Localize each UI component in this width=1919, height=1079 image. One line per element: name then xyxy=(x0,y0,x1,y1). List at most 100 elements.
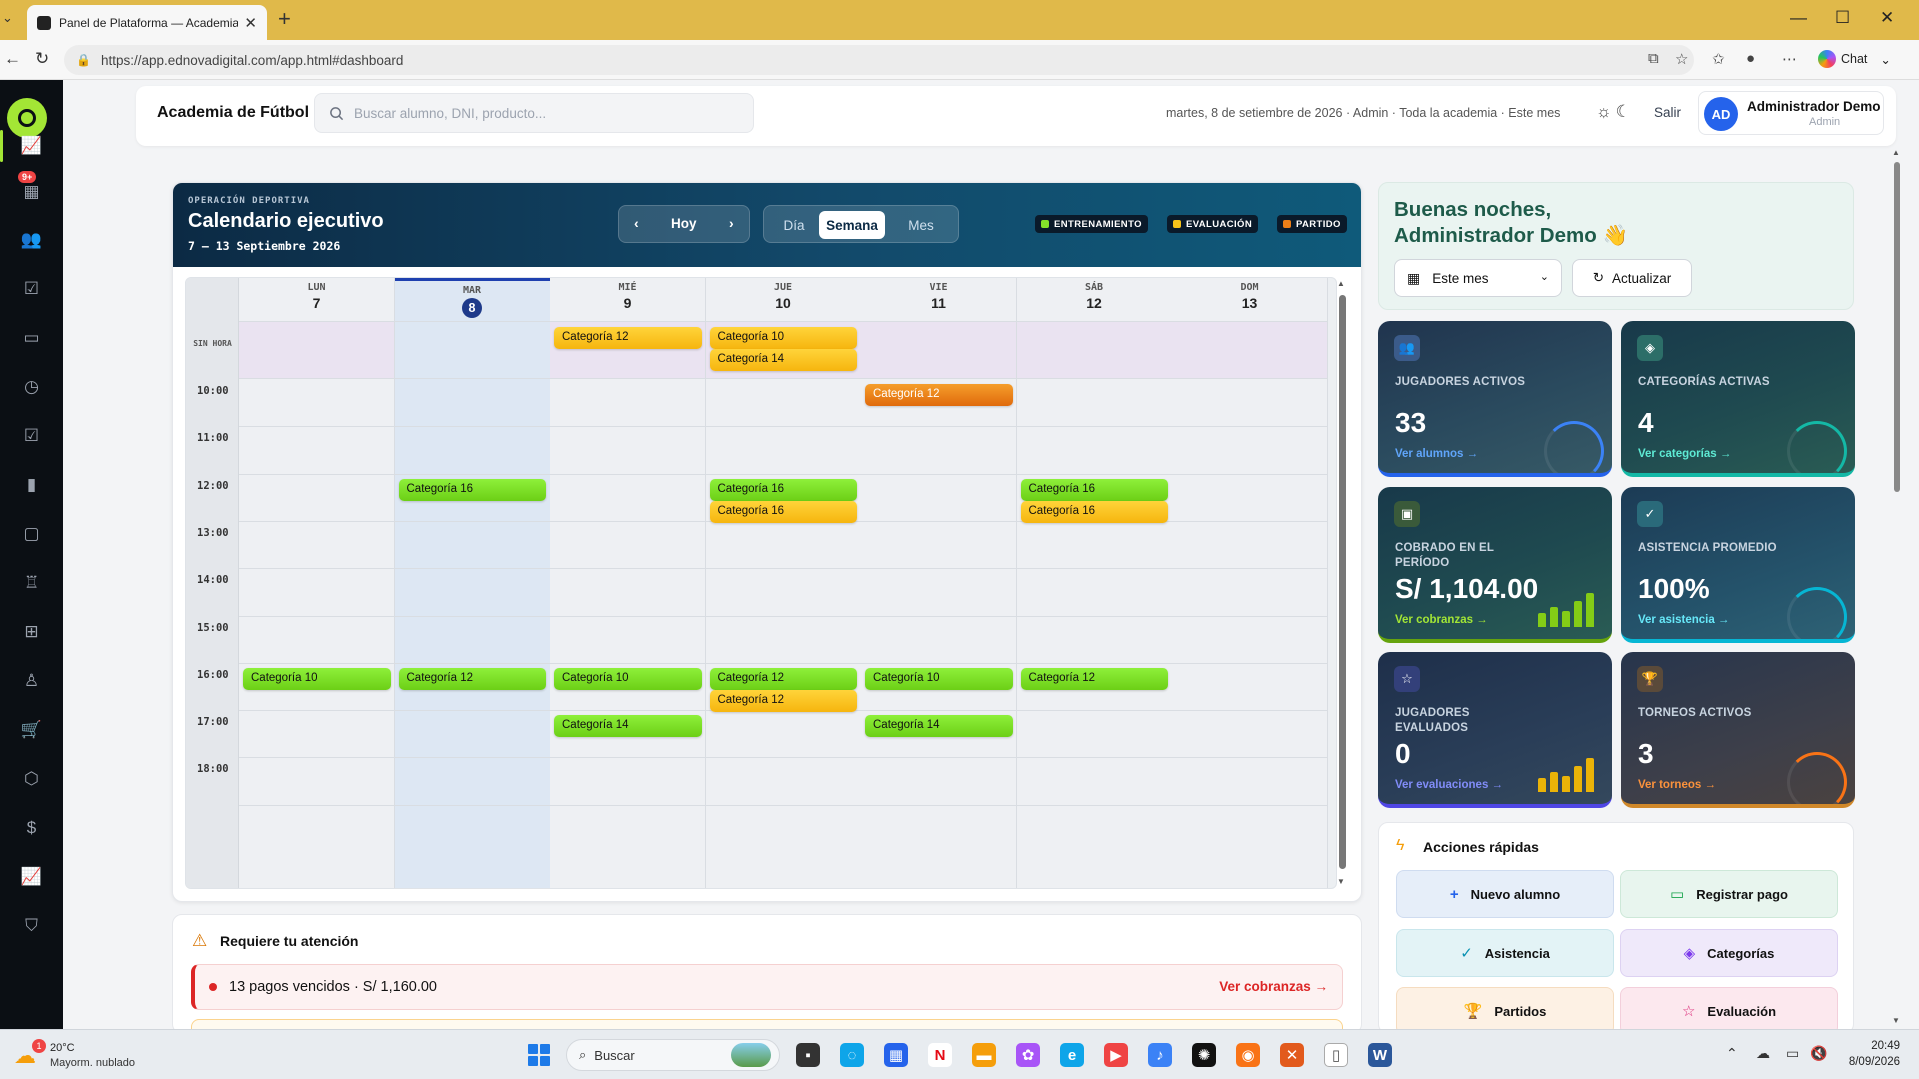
view-week-button[interactable]: Semana xyxy=(819,211,885,239)
calendar-event[interactable]: Categoría 16 xyxy=(709,478,857,501)
stat-link[interactable]: Ver evaluaciones → xyxy=(1395,779,1503,791)
stat-link[interactable]: Ver cobranzas → xyxy=(1395,614,1488,626)
calendar-event[interactable]: Categoría 12 xyxy=(709,689,857,712)
sidebar-item-messages[interactable]: ▢ xyxy=(0,512,63,556)
evaluation-button[interactable]: ☆ Evaluación xyxy=(1620,987,1838,1033)
allday-cell[interactable] xyxy=(1016,322,1172,379)
close-tab-icon[interactable]: ✕ xyxy=(244,14,257,32)
sidebar-item-add[interactable]: ⊞ xyxy=(0,610,63,654)
firefox-icon[interactable]: ◉ xyxy=(1236,1043,1260,1067)
stat-link[interactable]: Ver alumnos → xyxy=(1395,448,1478,460)
calendar-event[interactable]: Categoría 12 xyxy=(554,327,702,349)
tray-chevron-icon[interactable]: ⌃ xyxy=(1726,1045,1738,1062)
xampp-icon[interactable]: ✕ xyxy=(1280,1043,1304,1067)
today-button[interactable]: Hoy xyxy=(671,216,697,231)
sidebar-item-students[interactable]: 👥 xyxy=(0,218,63,262)
tab-list-chevron-icon[interactable]: ⌄ xyxy=(2,10,13,26)
calendar-event[interactable]: Categoría 14 xyxy=(554,715,702,738)
calendar-event[interactable]: Categoría 10 xyxy=(709,327,857,349)
categories-button[interactable]: ◈ Categorías xyxy=(1620,929,1838,977)
copilot-app-icon[interactable]: ◌ xyxy=(840,1043,864,1067)
minimize-icon[interactable]: — xyxy=(1790,8,1807,28)
scroll-up-icon[interactable]: ▲ xyxy=(1337,279,1345,288)
view-day-button[interactable]: Día xyxy=(772,211,816,239)
scroll-thumb[interactable] xyxy=(1339,295,1346,869)
music-icon[interactable]: ♪ xyxy=(1148,1043,1172,1067)
maximize-icon[interactable]: ☐ xyxy=(1835,8,1850,28)
day-column[interactable]: DOM 13 xyxy=(1172,278,1328,888)
calendar-event[interactable]: Categoría 16 xyxy=(709,500,857,523)
refresh-button[interactable]: ↻ Actualizar xyxy=(1572,259,1692,297)
day-column[interactable]: VIE 11 xyxy=(861,278,1017,888)
copilot-icon[interactable]: ✿ xyxy=(1016,1043,1040,1067)
more-icon[interactable]: ⋯ xyxy=(1782,50,1797,68)
scroll-up-icon[interactable]: ▲ xyxy=(1892,148,1900,157)
stat-link[interactable]: Ver asistencia → xyxy=(1638,614,1729,626)
sidebar-item-dashboard[interactable]: 📈 xyxy=(0,124,63,168)
attendance-button[interactable]: ✓ Asistencia xyxy=(1396,929,1614,977)
calendar-event[interactable]: Categoría 12 xyxy=(1020,667,1168,690)
calendar-event[interactable]: Categoría 12 xyxy=(709,667,857,690)
sidebar-item-coach[interactable]: ♙ xyxy=(0,659,63,703)
scroll-down-icon[interactable]: ▼ xyxy=(1337,877,1345,886)
stat-card-active-players[interactable]: 👥 JUGADORES ACTIVOS 33 Ver alumnos → xyxy=(1378,321,1612,477)
logout-button[interactable]: Salir xyxy=(1654,105,1681,120)
search-input[interactable] xyxy=(354,105,734,121)
view-month-button[interactable]: Mes xyxy=(890,211,952,239)
favorite-star-icon[interactable]: ☆ xyxy=(1675,50,1688,68)
matches-button[interactable]: 🏆 Partidos xyxy=(1396,987,1614,1033)
view-collections-link[interactable]: Ver cobranzas → xyxy=(1219,979,1328,994)
calendar-event[interactable]: Categoría 16 xyxy=(1020,500,1168,523)
sidebar-item-reports[interactable]: 📈 xyxy=(0,855,63,899)
edge-icon[interactable]: e xyxy=(1060,1043,1084,1067)
copilot-chat-button[interactable]: Chat ⌄ xyxy=(1818,50,1891,68)
document-icon[interactable]: ▯ xyxy=(1324,1043,1348,1067)
calendar-event[interactable]: Categoría 10 xyxy=(243,667,391,690)
stat-card-collected[interactable]: ▣ COBRADO EN EL PERÍODO S/ 1,104.00 Ver cob… xyxy=(1378,487,1612,643)
sidebar-item-notifications[interactable]: ▦ 9+ xyxy=(0,170,63,214)
sidebar-item-payments[interactable]: $ xyxy=(0,806,63,850)
day-column[interactable]: LUN 7 xyxy=(239,278,395,888)
stat-link[interactable]: Ver categorías → xyxy=(1638,448,1731,460)
file-explorer-icon[interactable]: ▬ xyxy=(972,1043,996,1067)
netflix-icon[interactable]: N xyxy=(928,1043,952,1067)
sidebar-item-security[interactable]: ⛉ xyxy=(0,904,63,948)
allday-cell[interactable] xyxy=(1172,322,1327,379)
stat-link[interactable]: Ver torneos → xyxy=(1638,779,1716,791)
register-payment-button[interactable]: ▭ Registrar pago xyxy=(1620,870,1838,918)
start-button[interactable] xyxy=(528,1044,550,1066)
reload-icon[interactable]: ↻ xyxy=(35,49,49,69)
sidebar-item-products[interactable]: ⬡ xyxy=(0,757,63,801)
calendar-event[interactable]: Categoría 14 xyxy=(865,715,1013,738)
theme-toggle[interactable]: ☼☾ xyxy=(1596,102,1635,122)
calendar-event[interactable]: Categoría 10 xyxy=(554,667,702,690)
period-select[interactable]: ▦ Este mes ⌄ xyxy=(1394,259,1562,297)
browser-tab[interactable]: Panel de Plataforma — Academia d ✕ xyxy=(27,5,267,40)
allday-cell[interactable] xyxy=(394,322,550,379)
url-field[interactable]: 🔒 https://app.ednovadigital.com/app.html… xyxy=(64,45,1694,75)
youtube-icon[interactable]: ▶ xyxy=(1104,1043,1128,1067)
calendar-event[interactable]: Categoría 12 xyxy=(398,667,546,690)
new-tab-icon[interactable]: + xyxy=(278,6,291,32)
network-icon[interactable]: ☁ xyxy=(1756,1045,1770,1062)
day-column[interactable]: MAR 8 xyxy=(394,278,551,888)
sidebar-item-stats[interactable]: ▮ xyxy=(0,463,63,507)
sun-icon[interactable]: ☼ xyxy=(1596,102,1616,121)
stat-card-active-tournaments[interactable]: 🏆 TORNEOS ACTIVOS 3 Ver torneos → xyxy=(1621,652,1855,808)
chatgpt-icon[interactable]: ✺ xyxy=(1192,1043,1216,1067)
split-view-icon[interactable]: ⧉ xyxy=(1648,50,1659,67)
taskbar-search[interactable]: ⌕ Buscar xyxy=(566,1039,780,1071)
scroll-thumb[interactable] xyxy=(1894,162,1900,492)
calendar-event[interactable]: Categoría 10 xyxy=(865,667,1013,690)
calendar-event[interactable]: Categoría 16 xyxy=(398,478,546,501)
next-week-button[interactable]: › xyxy=(729,215,734,231)
sidebar-item-tasks[interactable]: ☑ xyxy=(0,414,63,458)
close-window-icon[interactable]: ✕ xyxy=(1880,8,1894,28)
back-icon[interactable]: ← xyxy=(4,49,21,69)
calendar-event[interactable]: Categoría 14 xyxy=(709,349,857,371)
calendar-event[interactable]: Categoría 12 xyxy=(865,384,1013,406)
favorites-icon[interactable]: ✩ xyxy=(1712,50,1725,68)
sidebar-item-history[interactable]: ◷ xyxy=(0,365,63,409)
day-column[interactable]: SÁB 12 xyxy=(1016,278,1173,888)
stat-card-evaluated-players[interactable]: ☆ JUGADORES EVALUADOS 0 Ver evaluaciones → xyxy=(1378,652,1612,808)
